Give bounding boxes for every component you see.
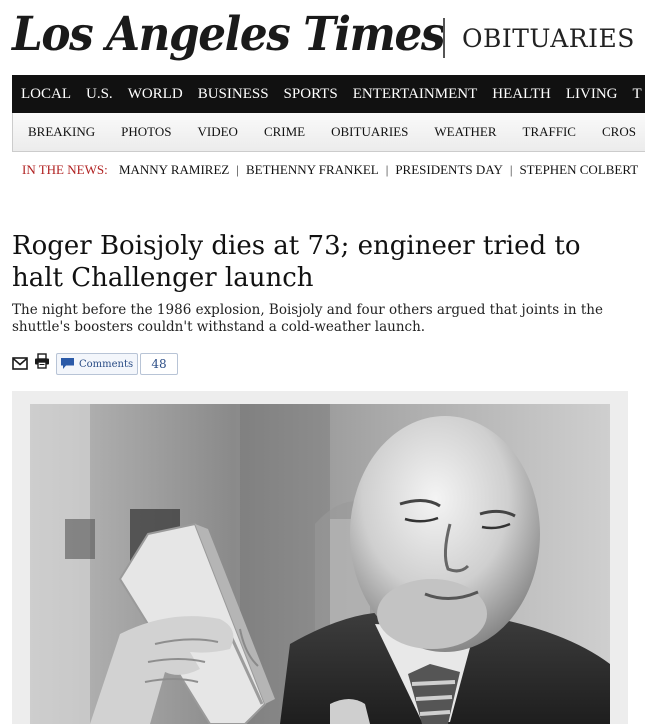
news-item-presidents-day[interactable]: PRESIDENTS DAY	[395, 162, 503, 177]
article-photo-frame	[12, 391, 628, 724]
nav-item-business[interactable]: BUSINESS	[198, 75, 269, 113]
nav-item-living[interactable]: LIVING	[566, 75, 618, 113]
news-item-bethenny-frankel[interactable]: BETHENNY FRANKEL	[246, 162, 379, 177]
section-title[interactable]: OBITUARIES	[462, 24, 635, 53]
nav-item-sports[interactable]: SPORTS	[284, 75, 338, 113]
masthead-divider	[443, 18, 445, 58]
comments-label: Comments	[79, 358, 134, 370]
news-separator: |	[509, 162, 513, 177]
comments-button[interactable]: Comments	[56, 353, 139, 375]
nav-item-local[interactable]: LOCAL	[21, 75, 71, 113]
sub-nav: BREAKING PHOTOS VIDEO CRIME OBITUARIES WEATHE…	[12, 113, 645, 152]
news-separator: |	[236, 162, 239, 177]
article-dek: The night before the 1986 explosion, Boi…	[12, 302, 603, 335]
news-item-manny-ramirez[interactable]: MANNY RAMIREZ	[119, 162, 229, 177]
mail-icon[interactable]	[12, 355, 28, 374]
subnav-item-photos[interactable]: PHOTOS	[121, 113, 171, 151]
nav-item-truncated[interactable]: T	[633, 75, 642, 113]
site-logo[interactable]: Los Angeles Times	[12, 4, 446, 66]
subnav-item-weather[interactable]: WEATHER	[434, 113, 496, 151]
news-item-stephen-colbert[interactable]: STEPHEN COLBERT	[519, 162, 638, 177]
nav-item-world[interactable]: WORLD	[128, 75, 183, 113]
printer-icon[interactable]	[34, 353, 50, 373]
subnav-item-video[interactable]: VIDEO	[198, 113, 238, 151]
subnav-item-crime[interactable]: CRIME	[264, 113, 305, 151]
subnav-item-breaking[interactable]: BREAKING	[28, 113, 95, 151]
in-the-news-label: IN THE NEWS:	[22, 162, 108, 177]
article-photo[interactable]	[30, 404, 610, 724]
comment-count-badge[interactable]: 48	[140, 353, 178, 375]
main-nav: LOCAL U.S. WORLD BUSINESS SPORTS ENTERTAINMEN…	[12, 75, 645, 113]
speech-bubble-icon	[60, 355, 75, 374]
nav-item-entertainment[interactable]: ENTERTAINMENT	[353, 75, 478, 113]
article-headline: Roger Boisjoly dies at 73; engineer trie…	[12, 231, 581, 293]
news-separator: |	[385, 162, 389, 177]
subnav-item-truncated[interactable]: CROS	[602, 113, 636, 151]
subnav-item-obituaries[interactable]: OBITUARIES	[331, 113, 408, 151]
nav-item-us[interactable]: U.S.	[86, 75, 113, 113]
in-the-news-bar: IN THE NEWS: MANNY RAMIREZ | BETHENNY FRAN…	[22, 160, 645, 180]
masthead: Los Angeles Times OBITUARIES	[0, 0, 645, 75]
subnav-item-traffic[interactable]: TRAFFIC	[523, 113, 576, 151]
nav-item-health[interactable]: HEALTH	[492, 75, 551, 113]
